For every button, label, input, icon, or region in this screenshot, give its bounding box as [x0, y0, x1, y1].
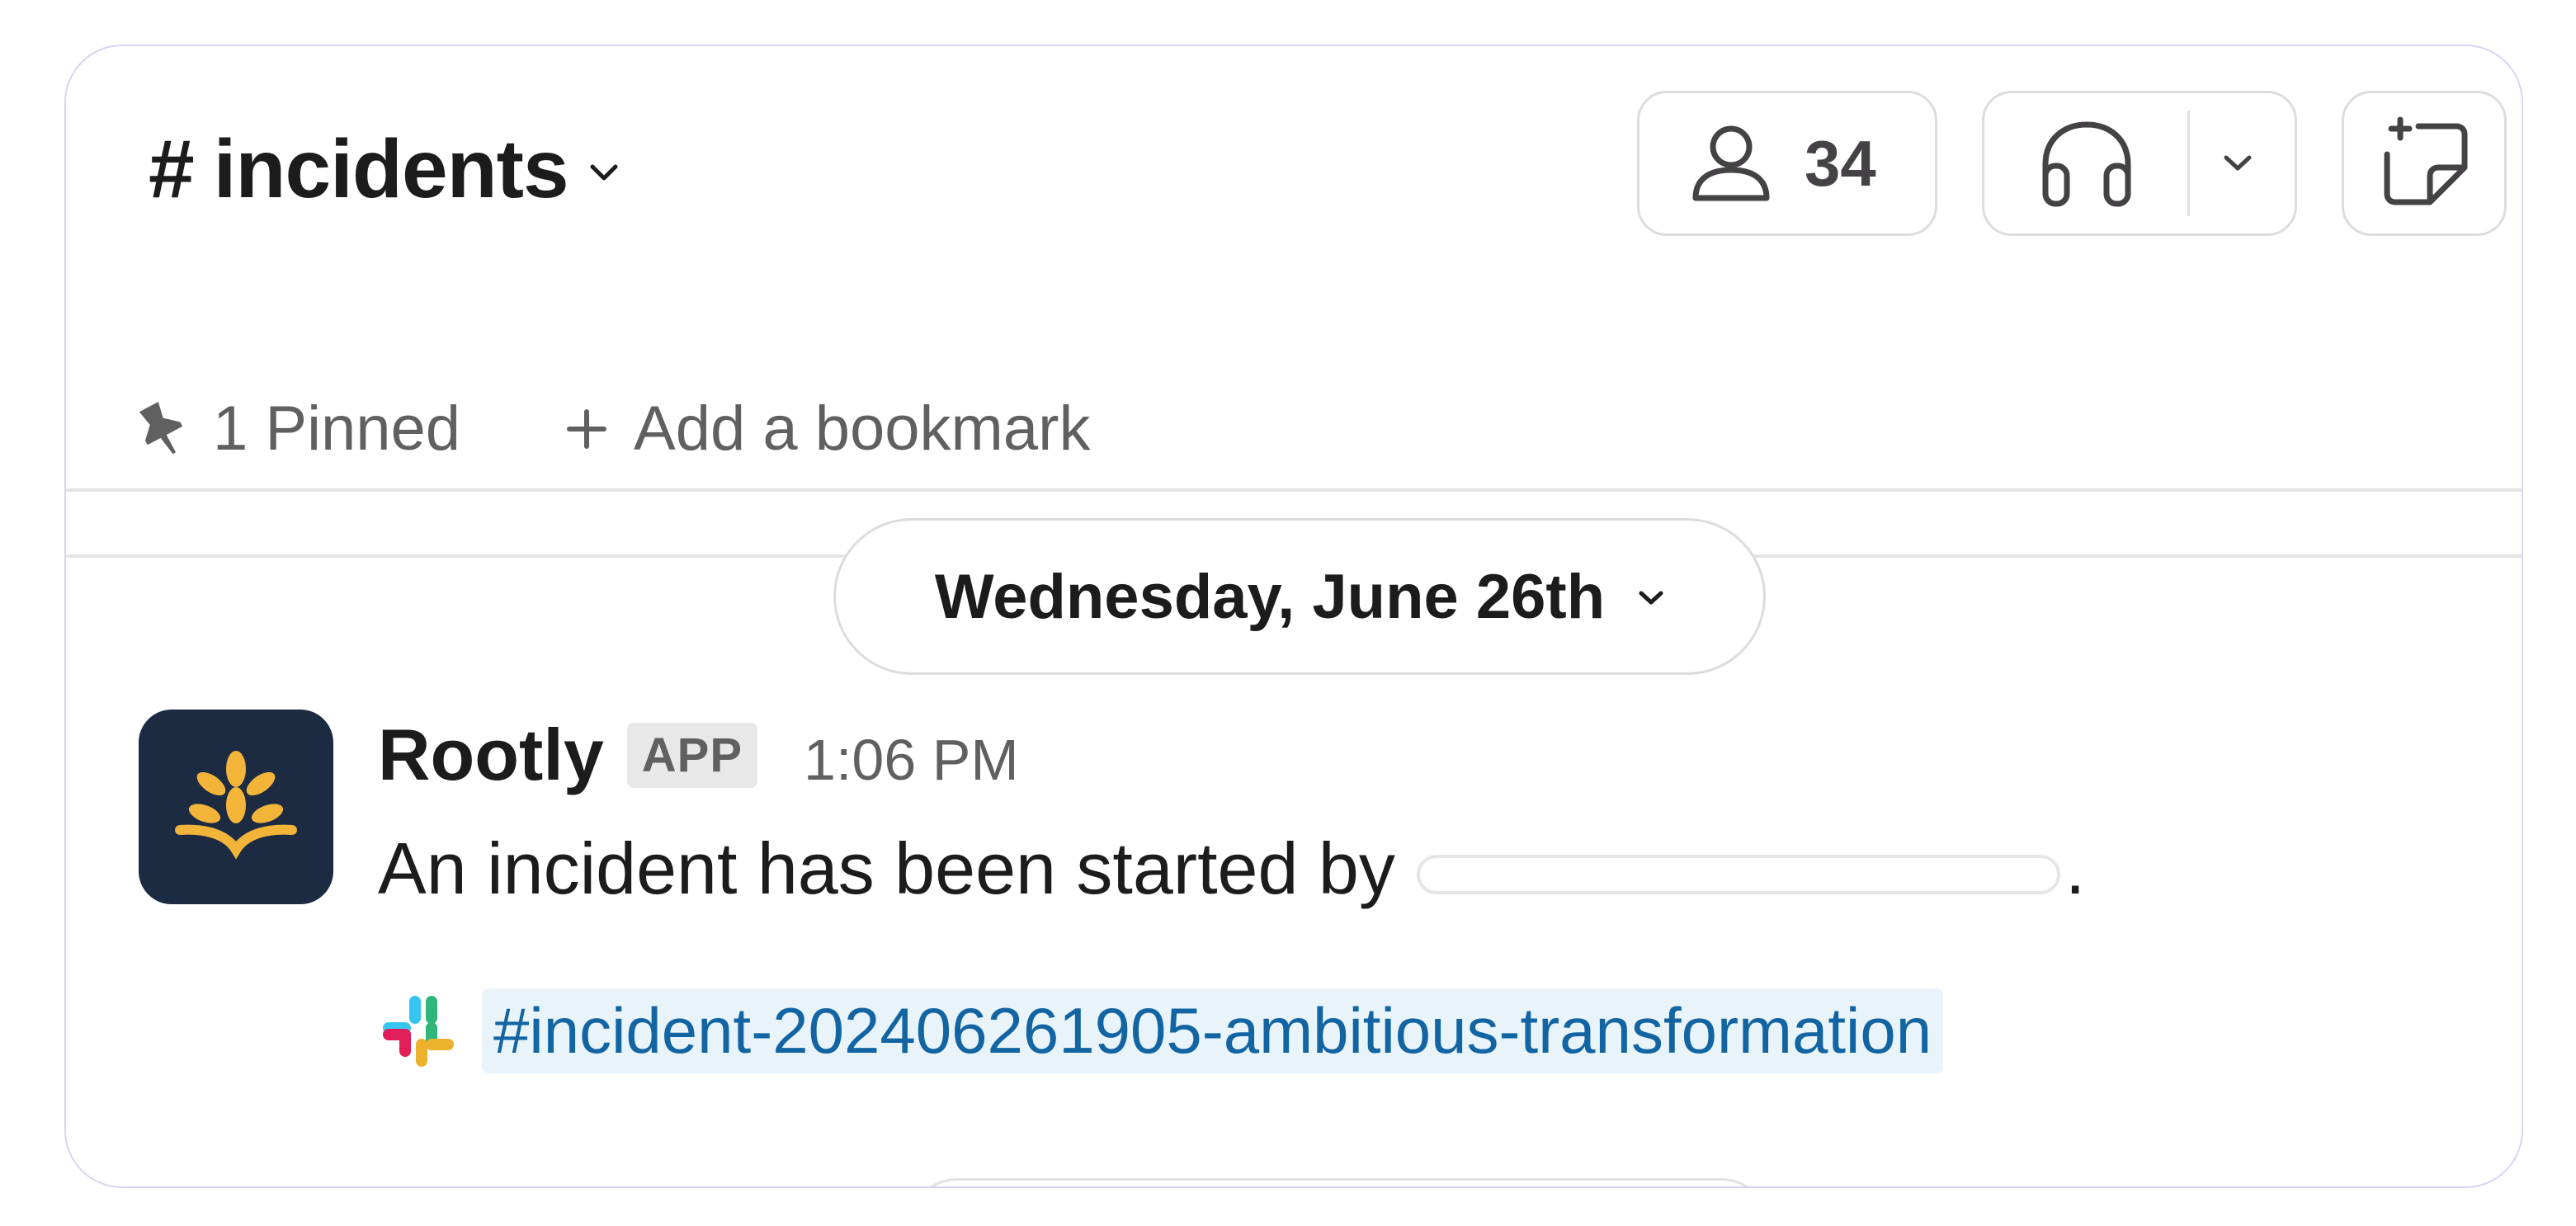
- bookmark-bar: 1 Pinned Add a bookmark: [139, 393, 1090, 464]
- chevron-down-icon: [1639, 591, 1663, 605]
- channel-title[interactable]: # incidents: [149, 122, 618, 217]
- rootly-logo: [175, 751, 297, 860]
- header-divider: [66, 488, 2522, 492]
- pin-icon: [139, 401, 183, 454]
- next-date-divider: [908, 1178, 1771, 1186]
- chevron-down-icon: [590, 164, 618, 180]
- sender-name[interactable]: Rootly: [378, 713, 604, 797]
- avatar[interactable]: [139, 710, 333, 904]
- channel-view: # incidents 34 1 Pinned Add a bookmark W…: [64, 45, 2523, 1188]
- new-canvas-icon: [2384, 116, 2468, 205]
- headphones-icon: [2042, 121, 2131, 207]
- app-badge: APP: [626, 722, 758, 788]
- message-text: An incident has been started by .: [378, 827, 2085, 911]
- channel-link[interactable]: #incident-202406261905-ambitious-transfo…: [482, 988, 1944, 1073]
- huddle-divider: [2187, 111, 2190, 216]
- chevron-down-icon[interactable]: [2223, 154, 2253, 172]
- pinned-button[interactable]: 1 Pinned: [139, 393, 460, 464]
- members-button[interactable]: 34: [1637, 91, 1937, 236]
- redacted-mention: [1416, 855, 2060, 894]
- message-header: Rootly APP 1:06 PM: [378, 713, 1019, 797]
- member-count: 34: [1805, 126, 1876, 200]
- channel-name: incidents: [213, 123, 569, 215]
- add-bookmark-button[interactable]: Add a bookmark: [564, 393, 1090, 464]
- message-period: .: [2064, 828, 2086, 909]
- message-body: An incident has been started by: [378, 828, 1395, 909]
- pinned-label: 1 Pinned: [213, 394, 461, 464]
- add-bookmark-label: Add a bookmark: [634, 394, 1091, 464]
- huddle-button[interactable]: [1982, 91, 2297, 236]
- date-label: Wednesday, June 26th: [934, 561, 1606, 632]
- message-timestamp[interactable]: 1:06 PM: [804, 727, 1019, 793]
- slack-logo-icon: [383, 995, 454, 1067]
- date-divider[interactable]: Wednesday, June 26th: [833, 518, 1766, 675]
- channel-hash: #: [149, 123, 195, 215]
- new-canvas-button[interactable]: [2342, 91, 2507, 236]
- person-icon: [1692, 125, 1770, 201]
- channel-attachment: #incident-202406261905-ambitious-transfo…: [378, 988, 1944, 1073]
- plus-icon: [567, 408, 607, 449]
